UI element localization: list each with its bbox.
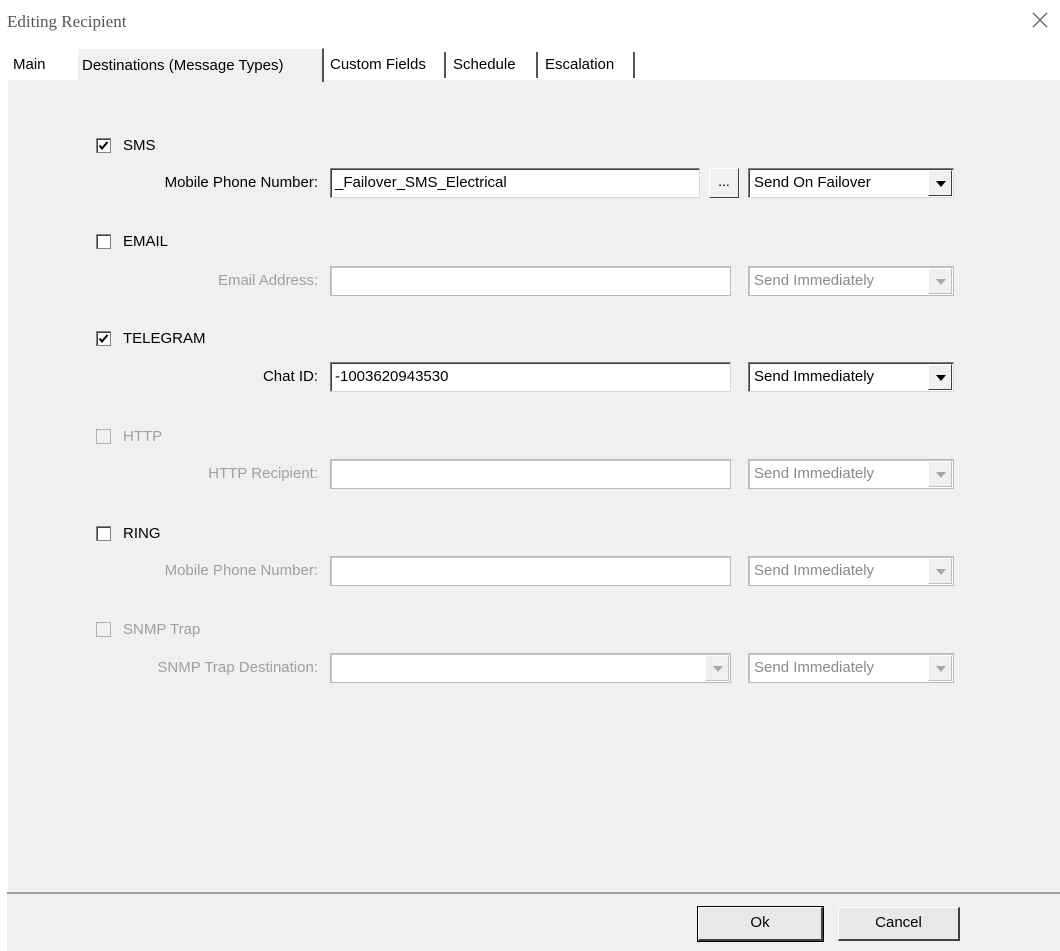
chevron-down-icon[interactable] — [928, 655, 952, 681]
snmp-destination-select[interactable] — [330, 653, 731, 683]
http-send-mode-select[interactable]: Send Immediately — [748, 459, 954, 489]
email-label: EMAIL — [123, 233, 169, 250]
sms-phone-input[interactable]: _Failover_SMS_Electrical — [330, 168, 700, 198]
chevron-down-icon[interactable] — [928, 558, 952, 584]
email-send-mode-select[interactable]: Send Immediately — [748, 266, 954, 296]
chevron-down-icon[interactable] — [928, 268, 952, 294]
close-icon[interactable] — [1030, 10, 1050, 30]
telegram-checkbox[interactable] — [96, 331, 111, 346]
telegram-chat-id-input[interactable]: -1003620943530 — [330, 362, 731, 392]
email-address-input[interactable] — [330, 266, 731, 296]
tab-strip: Main Destinations (Message Types) Custom… — [0, 44, 1060, 82]
sms-label: SMS — [123, 137, 156, 154]
ring-label: RING — [123, 525, 161, 542]
snmp-checkbox[interactable] — [96, 622, 111, 637]
sms-checkbox[interactable] — [96, 138, 111, 153]
cancel-button[interactable]: Cancel — [838, 907, 960, 941]
ring-send-mode-value: Send Immediately — [754, 562, 875, 579]
ring-field-label: Mobile Phone Number: — [164, 562, 318, 579]
snmp-field-label: SNMP Trap Destination: — [157, 659, 318, 676]
snmp-send-mode-value: Send Immediately — [754, 659, 875, 676]
tab-main[interactable]: Main — [9, 52, 50, 78]
email-field-label: Email Address: — [217, 272, 318, 289]
telegram-send-mode-value: Send Immediately — [754, 368, 875, 385]
chevron-down-icon[interactable] — [928, 461, 952, 487]
email-send-mode-value: Send Immediately — [754, 272, 875, 289]
http-send-mode-value: Send Immediately — [754, 465, 875, 482]
http-field-label: HTTP Recipient: — [208, 465, 318, 482]
sms-browse-button[interactable]: ... — [709, 168, 739, 198]
ok-button[interactable]: Ok — [697, 906, 824, 942]
tab-custom-fields[interactable]: Custom Fields — [326, 52, 446, 78]
ring-send-mode-select[interactable]: Send Immediately — [748, 556, 954, 586]
tab-escalation[interactable]: Escalation — [541, 52, 635, 78]
snmp-send-mode-select[interactable]: Send Immediately — [748, 653, 954, 683]
chevron-down-icon[interactable] — [928, 364, 952, 390]
chevron-down-icon[interactable] — [705, 655, 729, 681]
http-checkbox[interactable] — [96, 429, 111, 444]
sms-send-mode-select[interactable]: Send On Failover — [748, 168, 954, 198]
tab-schedule[interactable]: Schedule — [449, 52, 538, 78]
window-title: Editing Recipient — [7, 12, 127, 31]
telegram-field-label: Chat ID: — [262, 368, 318, 385]
title-bar: Editing Recipient — [0, 0, 1060, 44]
email-checkbox[interactable] — [96, 234, 111, 249]
http-label: HTTP — [123, 428, 163, 445]
ring-phone-input[interactable] — [330, 556, 731, 586]
sms-field-label: Mobile Phone Number: — [164, 174, 318, 191]
chevron-down-icon[interactable] — [928, 170, 952, 196]
telegram-label: TELEGRAM — [123, 330, 206, 347]
telegram-send-mode-select[interactable]: Send Immediately — [748, 362, 954, 392]
tab-destinations[interactable]: Destinations (Message Types) — [77, 48, 324, 82]
ring-checkbox[interactable] — [96, 526, 111, 541]
http-recipient-input[interactable] — [330, 459, 731, 489]
sms-send-mode-value: Send On Failover — [754, 174, 871, 191]
snmp-label: SNMP Trap — [123, 621, 201, 638]
